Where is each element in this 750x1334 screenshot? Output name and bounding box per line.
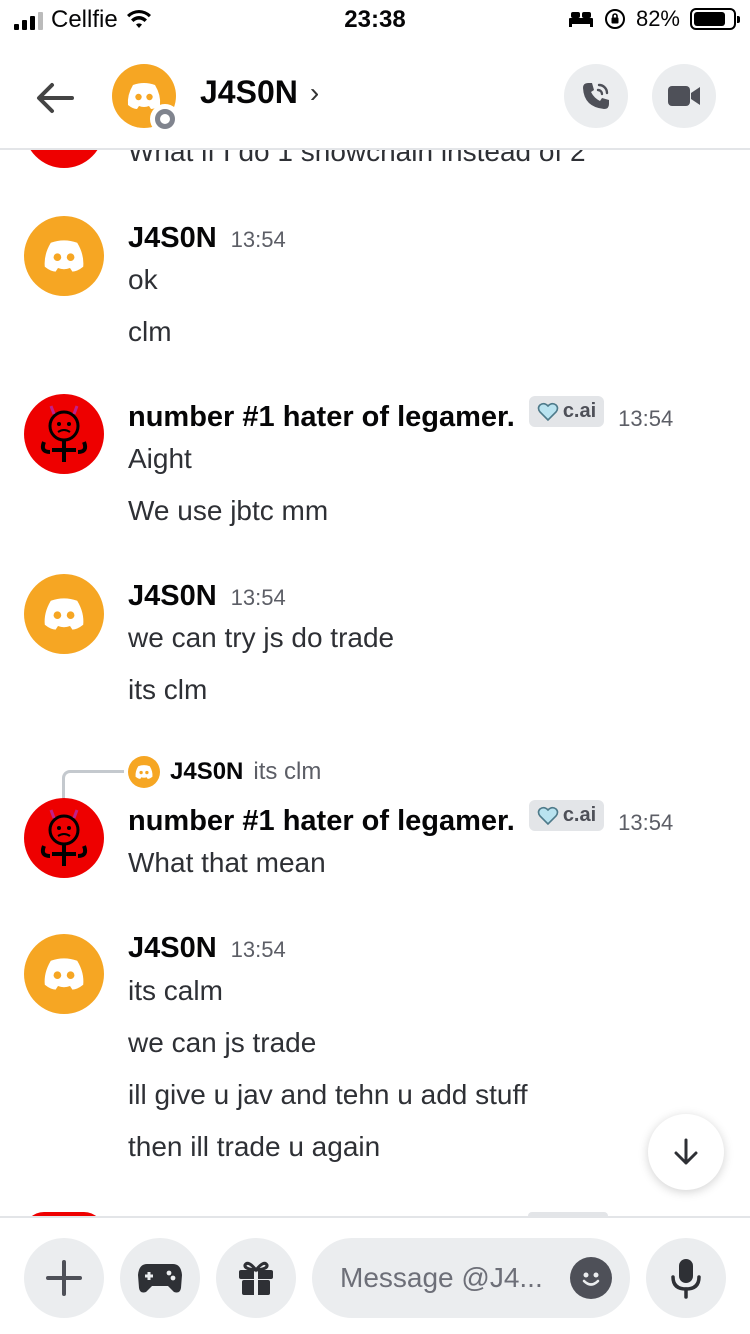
server-tag-badge[interactable]: c.ai [528,800,605,831]
emoji-icon [582,1272,600,1286]
video-camera-icon [668,86,700,106]
gift-button[interactable] [216,1238,296,1318]
avatar[interactable] [24,934,104,1014]
reply-text: its clm [253,758,322,785]
gamepad-icon [138,1264,182,1293]
message-text: We use jbtc mm [128,495,329,526]
avatar[interactable] [24,798,104,878]
gift-icon [239,1261,273,1295]
message-input[interactable]: Message @J4... [312,1238,630,1318]
discord-logo-icon [44,240,84,272]
message-text: then ill trade u again [128,1131,381,1162]
discord-logo-icon [44,598,84,630]
timestamp: 13:54 [230,937,286,962]
message-text: its calm [128,975,223,1006]
tag-label: c.ai [562,400,597,422]
add-attachment-button[interactable] [24,1238,104,1318]
activities-button[interactable] [120,1238,200,1318]
avatar[interactable] [24,394,104,474]
arrow-down-icon [674,1138,698,1165]
message-header: J4S0N 13:54 [128,932,286,965]
back-arrow-icon[interactable] [32,76,76,120]
avatar [128,756,160,788]
page-title: J4S0N [200,74,298,110]
discord-logo-icon [135,765,153,779]
timestamp: 13:54 [230,227,286,252]
message-text: we can js trade [128,1027,317,1058]
message-text: ill give u jav and tehn u add stuff [128,1079,528,1110]
composer-bar: Message @J4... [0,1216,750,1334]
devil-face-icon [40,405,88,462]
message-header: number #1 hater of legamer. c.ai 13:54 [128,396,674,434]
reply-author: J4S0N [170,758,244,785]
timestamp: 13:54 [618,405,674,431]
phone-call-icon [583,83,609,109]
message-header: J4S0N 13:54 [128,222,286,255]
author-name[interactable]: number #1 hater of legamer. [128,805,515,838]
jump-to-latest-button[interactable] [648,1114,724,1190]
devil-face-icon [40,809,88,866]
message-header: J4S0N 13:54 [128,580,286,613]
chevron-right-icon: › [309,76,320,108]
reply-preview[interactable]: J4S0N its clm [128,756,321,788]
voice-message-button[interactable] [646,1238,726,1318]
message-placeholder: Message @J4... [340,1262,543,1293]
timestamp: 13:54 [230,585,286,610]
chat-header: J4S0N › [0,40,750,150]
plus-icon [46,1260,82,1296]
server-tag-badge[interactable]: c.ai [528,396,605,427]
microphone-icon [671,1259,701,1299]
channel-title[interactable]: J4S0N › [200,74,319,111]
message-list[interactable]: What if I do 1 showchain instead of 2 J4… [0,0,750,1334]
avatar[interactable] [24,216,104,296]
message-header: number #1 hater of legamer. c.ai 13:54 [128,800,674,838]
author-name[interactable]: J4S0N [128,580,217,613]
emoji-button[interactable] [570,1257,612,1299]
message-text: we can try js do trade [128,622,395,653]
message-text: ok [128,264,158,295]
timestamp: 13:54 [618,809,674,835]
message-text: clm [128,316,172,347]
author-name[interactable]: J4S0N [128,932,217,965]
heart-icon [537,402,559,421]
message-text: Aight [128,443,192,474]
author-name[interactable]: number #1 hater of legamer. [128,401,515,434]
voice-call-button[interactable] [564,64,628,128]
offline-status-icon [150,104,180,134]
avatar[interactable] [24,574,104,654]
author-name[interactable]: J4S0N [128,222,217,255]
message-text: What that mean [128,847,326,878]
tag-label: c.ai [562,804,597,826]
discord-logo-icon [44,958,84,990]
reply-connector [62,770,124,800]
heart-icon [537,806,559,825]
message-text: its clm [128,674,208,705]
video-call-button[interactable] [652,64,716,128]
